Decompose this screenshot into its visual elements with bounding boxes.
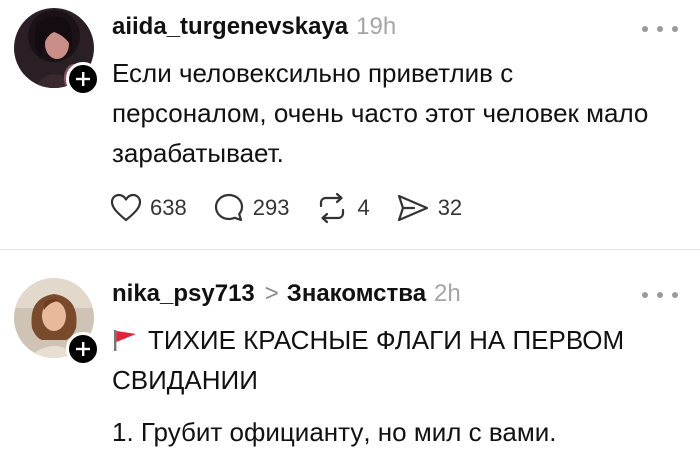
highlighted-text: 1. Грубит официанту (112, 417, 364, 447)
post-header: aiida_turgenevskaya 19h (112, 13, 396, 41)
follow-button[interactable] (66, 332, 100, 366)
repost-button[interactable]: 4 (315, 192, 370, 224)
post-title: ТИХИЕ КРАСНЫЕ ФЛАГИ НА ПЕРВОМ СВИДАНИИ (112, 320, 682, 400)
plus-icon (76, 342, 90, 356)
post-header: nika_psy713 > Знакомства 2h (112, 280, 461, 308)
text-segment: Если человек (112, 58, 276, 88)
post-card: aiida_turgenevskaya 19h Если человексиль… (0, 0, 700, 250)
avatar-container[interactable] (14, 278, 100, 366)
comment-button[interactable]: 293 (213, 192, 290, 224)
post-text: Если человексильно приветлив с персонало… (112, 53, 682, 173)
more-options-button[interactable] (642, 288, 678, 302)
like-count: 638 (150, 195, 187, 220)
post-time: 2h (434, 280, 461, 307)
more-options-button[interactable] (642, 22, 678, 36)
community-link[interactable]: Знакомства (287, 280, 426, 308)
comment-icon (214, 193, 243, 222)
follow-button[interactable] (66, 62, 100, 96)
highlighted-text: сильно приветлив с (275, 58, 514, 88)
avatar-container[interactable] (14, 8, 100, 96)
username[interactable]: nika_psy713 (112, 280, 255, 308)
repost-count: 4 (357, 195, 370, 220)
comment-count: 293 (252, 195, 290, 220)
repost-icon (320, 192, 345, 224)
post-title-text: ТИХИЕ КРАСНЫЕ ФЛАГИ НА ПЕРВОМ СВИДАНИИ (112, 325, 625, 395)
like-button[interactable]: 638 (110, 193, 187, 223)
more-icon (642, 26, 648, 32)
username[interactable]: aiida_turgenevskaya (112, 13, 348, 41)
post-list-item: 1. Грубит официанту, но мил с вами. (112, 412, 556, 452)
share-button[interactable]: 32 (396, 193, 462, 223)
highlighted-text: персоналом (112, 98, 260, 128)
red-flag-icon (114, 330, 136, 351)
post-actions: 638 293 4 32 (110, 190, 488, 226)
share-count: 32 (437, 195, 463, 220)
share-icon (397, 194, 428, 222)
chevron-right-icon: > (264, 280, 279, 307)
text-segment: , но мил с вами. (363, 417, 557, 447)
plus-icon (76, 72, 90, 86)
post-time: 19h (356, 13, 397, 40)
heart-icon (110, 193, 142, 222)
more-icon (642, 292, 648, 298)
